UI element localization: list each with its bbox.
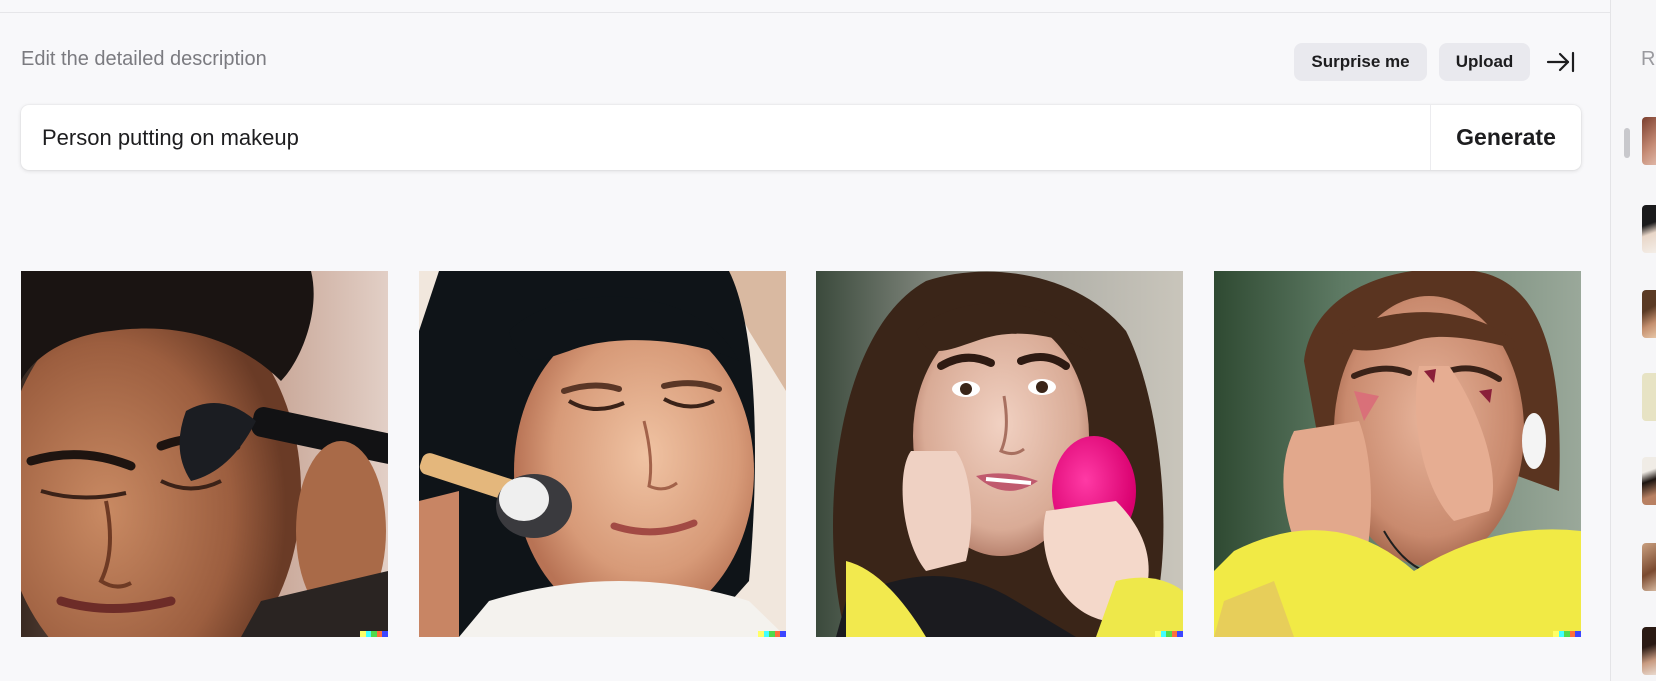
upload-button[interactable]: Upload xyxy=(1439,43,1530,81)
history-thumbnail-2[interactable] xyxy=(1642,205,1656,253)
signature-color-bar xyxy=(758,631,786,637)
man-with-eyeshadow-brush-image xyxy=(21,271,388,637)
woman-with-blush-brush-image xyxy=(419,271,786,637)
prompt-input[interactable] xyxy=(21,105,1431,170)
result-image-3[interactable] xyxy=(816,271,1183,637)
description-label: Edit the detailed description xyxy=(21,48,267,70)
signature-swatch-blue xyxy=(1177,631,1183,637)
generate-button[interactable]: Generate xyxy=(1430,105,1581,170)
signature-color-bar xyxy=(1155,631,1183,637)
top-divider xyxy=(0,0,1611,13)
surprise-me-button[interactable]: Surprise me xyxy=(1294,43,1427,81)
signature-swatch-blue xyxy=(780,631,786,637)
history-thumbnail-6[interactable] xyxy=(1642,543,1656,591)
result-image-4[interactable] xyxy=(1214,271,1581,637)
arrow-right-to-bar-icon[interactable] xyxy=(1546,50,1576,74)
history-thumbnail-4[interactable] xyxy=(1642,373,1656,421)
result-image-1[interactable] xyxy=(21,271,388,637)
result-image-2[interactable] xyxy=(419,271,786,637)
history-thumbnail-7[interactable] xyxy=(1642,627,1656,675)
history-thumbnail-1[interactable] xyxy=(1642,117,1656,165)
history-sidebar: R xyxy=(1610,0,1656,681)
signature-color-bar xyxy=(360,631,388,637)
history-thumbnail-3[interactable] xyxy=(1642,290,1656,338)
signature-color-bar xyxy=(1553,631,1581,637)
signature-swatch-blue xyxy=(1575,631,1581,637)
woman-touching-face-image xyxy=(1214,271,1581,637)
prompt-bar: Generate xyxy=(21,105,1581,170)
sidebar-heading: R xyxy=(1641,48,1656,70)
sidebar-scrollbar[interactable] xyxy=(1624,128,1630,158)
editor-main: Edit the detailed description Surprise m… xyxy=(0,13,1611,681)
signature-swatch-blue xyxy=(382,631,388,637)
woman-with-pink-sponge-image xyxy=(816,271,1183,637)
history-thumbnail-5[interactable] xyxy=(1642,457,1656,505)
